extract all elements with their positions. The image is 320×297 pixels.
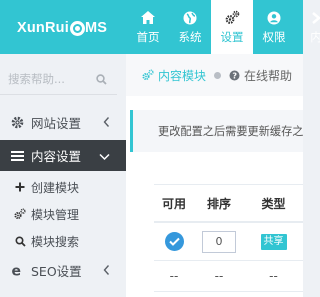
globe-icon (183, 10, 197, 26)
sidebar-item-content-settings[interactable]: 内容设置 (0, 140, 135, 171)
nav-content-label: 内 (310, 29, 320, 44)
logo-ring-icon (69, 20, 85, 36)
top-nav: 首页 系统 设置 权限 内 (127, 0, 320, 54)
sidebar-subitem-label: 模块搜索 (31, 234, 80, 249)
breadcrumb-help[interactable]: ? 在线帮助 (229, 67, 292, 84)
order-input[interactable] (202, 230, 236, 253)
table-row: -- -- -- (154, 260, 303, 292)
user-icon (267, 10, 281, 26)
list-icon (10, 149, 24, 163)
nav-settings-label: 设置 (220, 29, 244, 44)
sidebar-subitem-label: 模块管理 (31, 207, 80, 222)
nav-home-label: 首页 (136, 29, 160, 44)
svg-text:?: ? (232, 71, 237, 80)
table-cell: -- (154, 260, 194, 292)
breadcrumb-current-label: 内容模块 (158, 68, 207, 83)
nav-system-label: 系统 (178, 29, 202, 44)
sidebar-item-label: 内容设置 (31, 149, 82, 164)
chevron-icon (309, 10, 320, 26)
chevron-left-icon (103, 116, 110, 131)
logo-text-part1: XunRui (17, 20, 69, 36)
breadcrumb: 内容模块 ? 在线帮助 (126, 54, 303, 96)
nav-content[interactable]: 内 (295, 0, 320, 54)
module-table: 可用 排序 类型 共享 -- -- (154, 184, 303, 292)
nav-home[interactable]: 首页 (127, 0, 169, 54)
cogs-icon (142, 69, 154, 81)
table-cell-enabled (154, 222, 194, 261)
table-header-enabled[interactable]: 可用 (154, 184, 194, 223)
nav-permissions[interactable]: 权限 (253, 0, 295, 54)
search-icon[interactable] (96, 74, 107, 88)
notice-alert: 更改配置之后需要更新缓存之后才能生效 (130, 110, 303, 152)
ie-icon: e (10, 264, 24, 278)
sidebar-subitem-label: 创建模块 (31, 180, 80, 195)
table-header-type[interactable]: 类型 (244, 184, 303, 223)
table-cell: -- (194, 260, 244, 292)
nav-settings[interactable]: 设置 (211, 0, 253, 54)
sidebar-item-label: 网站设置 (31, 116, 82, 131)
logo[interactable]: XunRui MS (17, 17, 107, 39)
svg-text:e: e (11, 264, 21, 277)
sidebar-subitem-create-module[interactable]: 创建模块 (0, 175, 126, 199)
notice-text: 更改配置之后需要更新缓存之后才能生效 (158, 125, 303, 138)
sidebar-subitem-module-search[interactable]: 模块搜索 (0, 229, 126, 253)
sidebar-subitem-module-manage[interactable]: 模块管理 (0, 202, 126, 226)
chevron-down-icon (99, 149, 110, 164)
top-header: XunRui MS 首页 系统 设置 权限 内 (0, 0, 320, 54)
table-cell-order (194, 222, 244, 261)
search-input[interactable] (8, 70, 88, 88)
logo-text-part2: MS (84, 20, 108, 36)
main-content: 内容模块 ? 在线帮助 更改配置之后需要更新缓存之后才能生效 可用 排序 类型 (126, 54, 303, 297)
table-cell: -- (244, 260, 303, 292)
table-cell-type: 共享 (244, 222, 303, 261)
sidebar-item-label: SEO设置 (31, 264, 82, 279)
plus-icon (14, 181, 26, 193)
breadcrumb-current[interactable]: 内容模块 (142, 67, 206, 84)
nav-permissions-label: 权限 (262, 29, 286, 44)
search-icon (14, 235, 26, 247)
chevron-left-icon (103, 264, 110, 279)
sidebar-search (0, 62, 117, 95)
sidebar-item-seo-settings[interactable]: e SEO设置 (0, 255, 126, 286)
cogs-icon (225, 10, 240, 26)
type-badge: 共享 (260, 234, 287, 250)
help-icon: ? (229, 70, 240, 81)
breadcrumb-separator (214, 71, 222, 79)
home-icon (141, 10, 155, 26)
breadcrumb-help-label: 在线帮助 (244, 68, 293, 83)
table-header-order[interactable]: 排序 (194, 184, 244, 223)
cogs-icon (14, 208, 26, 220)
check-icon[interactable] (164, 232, 184, 251)
nav-system[interactable]: 系统 (169, 0, 211, 54)
sidebar-item-site-settings[interactable]: 网站设置 (0, 107, 126, 138)
table-row: 共享 (154, 222, 303, 261)
sidebar: 网站设置 内容设置 创建模块 模块管理 (0, 54, 135, 297)
gear-icon (10, 116, 24, 130)
table-header-row: 可用 排序 类型 (154, 184, 303, 223)
